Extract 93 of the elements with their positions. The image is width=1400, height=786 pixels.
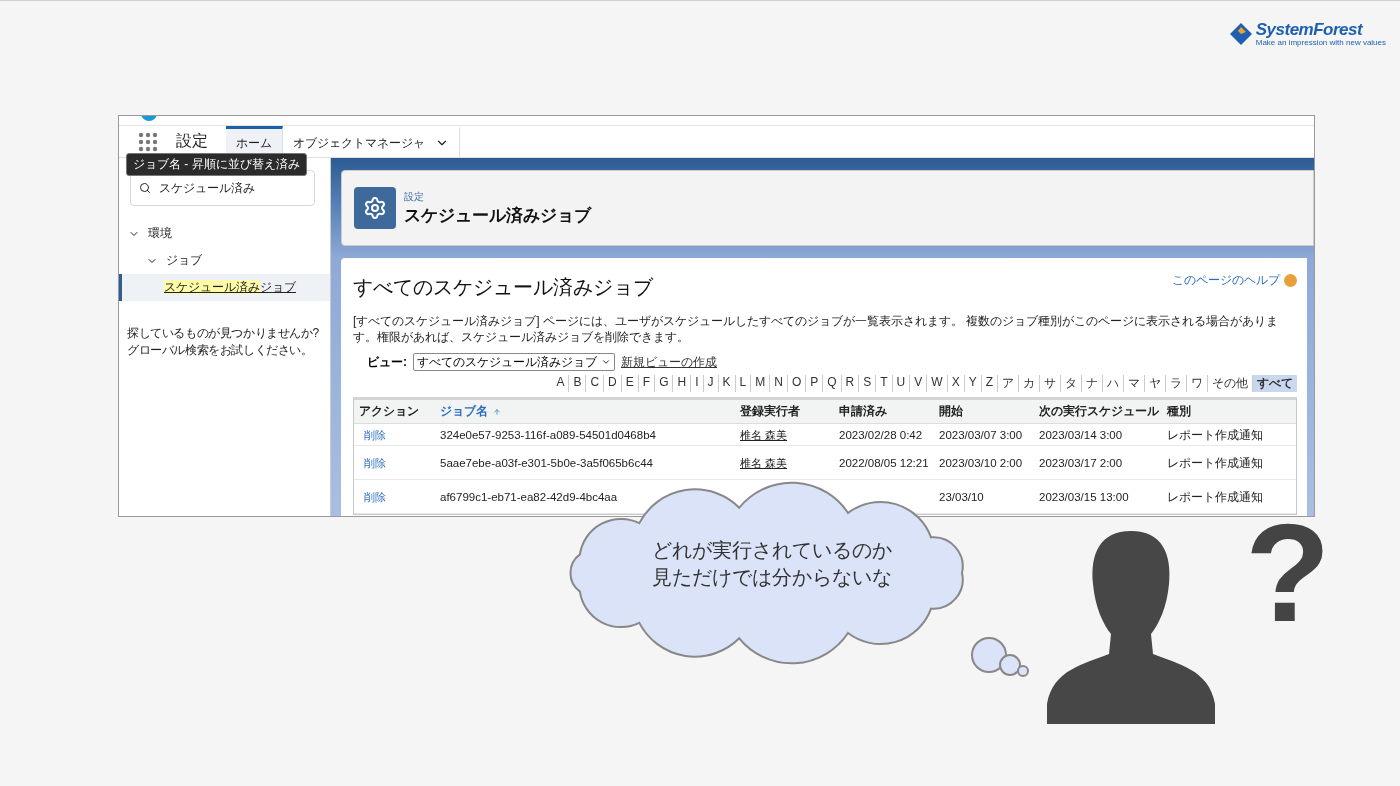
- thought-text: どれが実行されているのか: [652, 538, 892, 563]
- column-header[interactable]: 次の実行スケジュール: [1034, 400, 1162, 424]
- breadcrumb[interactable]: 設定: [404, 189, 591, 204]
- delete-link[interactable]: 削除: [359, 455, 386, 470]
- letter-filter[interactable]: T: [875, 375, 892, 392]
- logo-icon: [1228, 22, 1253, 46]
- letter-filter[interactable]: L: [734, 375, 751, 392]
- settings-icon: [354, 187, 396, 229]
- chevron-icon: [601, 357, 611, 367]
- tooltip: ジョブ名 - 昇順に並び替え済み: [126, 153, 307, 176]
- sort-arrow-icon: [493, 407, 501, 416]
- letter-filter[interactable]: D: [603, 375, 621, 392]
- letter-filter[interactable]: R: [840, 375, 859, 392]
- letter-filter[interactable]: カ: [1018, 375, 1039, 392]
- view-label: ビュー:: [367, 353, 407, 371]
- letter-filter[interactable]: G: [654, 375, 673, 392]
- table-cell: レポート作成通知: [1167, 427, 1263, 442]
- tree-link[interactable]: スケジュール済みジョブ: [128, 279, 296, 296]
- letter-filter[interactable]: ア: [997, 375, 1018, 392]
- table-cell: af6799c1-eb71-ea82-42d9-4bc4aa: [440, 489, 618, 504]
- person-silhouette-icon: [1045, 529, 1217, 724]
- letter-filter[interactable]: P: [805, 375, 823, 392]
- letter-filter[interactable]: タ: [1060, 375, 1081, 392]
- table-cell: 2023/03/17 2:00: [1039, 455, 1123, 470]
- letter-filter[interactable]: すべて: [1252, 375, 1297, 392]
- table-cell: 2023/03/07 3:00: [939, 427, 1023, 442]
- letter-filter[interactable]: E: [620, 375, 638, 392]
- letter-filter[interactable]: ワ: [1186, 375, 1207, 392]
- letter-filter[interactable]: X: [946, 375, 964, 392]
- column-header[interactable]: 申請済み: [834, 400, 934, 424]
- table-cell: 2023/03/14 3:00: [1039, 427, 1123, 442]
- section-title: すべてのスケジュール済みジョブ: [353, 275, 653, 300]
- letter-filter[interactable]: Y: [963, 375, 981, 392]
- table-cell: 5aae7ebe-a03f-e301-5b0e-3a5f065b6c44: [440, 455, 653, 470]
- tree-item[interactable]: 環境: [119, 220, 330, 247]
- delete-link[interactable]: 削除: [359, 489, 386, 504]
- letter-filter[interactable]: M: [750, 375, 770, 392]
- app-launcher-icon[interactable]: [138, 131, 158, 152]
- thought-text: 見ただけでは分からないな: [652, 565, 892, 590]
- letter-filter[interactable]: F: [637, 375, 655, 392]
- delete-link[interactable]: 削除: [359, 427, 386, 442]
- column-header[interactable]: アクション: [354, 400, 435, 424]
- table-cell: レポート作成通知: [1167, 489, 1263, 504]
- table-cell: 2022/08/05 12:21: [839, 455, 929, 470]
- letter-filter[interactable]: O: [786, 375, 806, 392]
- letter-filter[interactable]: V: [909, 375, 927, 392]
- letter-filter[interactable]: A: [552, 375, 569, 392]
- letter-filter[interactable]: K: [717, 375, 735, 392]
- table-cell: 2023/03/15 13:00: [1039, 489, 1129, 504]
- letter-filter[interactable]: ハ: [1102, 375, 1123, 392]
- user-link[interactable]: 椎名 森美: [740, 427, 788, 442]
- description-text: [すべてのスケジュール済みジョブ] ページには、ユーザがスケジュールしたすべてのジョブが一覧表示されます。 複数のジョブ種別がこのページに表示される場合があります。権限があれば、スケジュール済みジョブを削除できます。: [353, 313, 1280, 345]
- letter-filter[interactable]: B: [568, 375, 586, 392]
- letter-filter[interactable]: H: [672, 375, 691, 392]
- letter-filter[interactable]: N: [769, 375, 787, 392]
- help-icon: [1284, 274, 1297, 287]
- tree-item[interactable]: ジョブ: [119, 247, 330, 274]
- user-link[interactable]: 椎名 森美: [740, 455, 788, 470]
- letter-filter[interactable]: U: [891, 375, 910, 392]
- letter-filter[interactable]: S: [858, 375, 876, 392]
- table-cell: 324e0e57-9253-116f-a089-54501d0468b4: [440, 427, 656, 442]
- column-header[interactable]: 種別: [1162, 400, 1296, 424]
- letter-filter[interactable]: サ: [1039, 375, 1060, 392]
- help-link[interactable]: このページのヘルプ: [1172, 272, 1297, 289]
- new-view-link[interactable]: 新規ビューの作成: [621, 353, 717, 371]
- letter-filter[interactable]: Z: [980, 375, 997, 392]
- hint-text: 探しているものが見つかりませんか?: [127, 325, 320, 342]
- tree-item-row[interactable]: スケジュール済みジョブ: [119, 274, 330, 301]
- app-logo-icon: [141, 116, 157, 121]
- table-cell: 2023/03/10 2:00: [939, 455, 1023, 470]
- letter-filter[interactable]: ヤ: [1144, 375, 1165, 392]
- letter-filter[interactable]: ナ: [1081, 375, 1102, 392]
- letter-filter[interactable]: J: [702, 375, 718, 392]
- column-header[interactable]: ジョブ名: [435, 400, 735, 424]
- letter-filter[interactable]: ラ: [1165, 375, 1186, 392]
- hint-text: グローバル検索をお試しください。: [127, 342, 314, 359]
- column-header[interactable]: 登録実行者: [735, 400, 834, 424]
- table-cell: 2023/02/28 0:42: [839, 427, 923, 442]
- logo-tagline: Make an impression with new values: [1255, 39, 1386, 47]
- logo-name: SystemForest: [1255, 21, 1364, 39]
- column-header[interactable]: 開始: [934, 400, 1034, 424]
- search-icon: [139, 182, 151, 194]
- letter-filter[interactable]: マ: [1123, 375, 1144, 392]
- letter-filter[interactable]: W: [926, 375, 947, 392]
- question-mark: ?: [1245, 513, 1331, 632]
- app-title: 設定: [175, 131, 209, 151]
- letter-filter[interactable]: Q: [822, 375, 841, 392]
- page-title: スケジュール済みジョブ: [404, 204, 591, 227]
- table-cell: 23/03/10: [939, 489, 984, 504]
- letter-filter[interactable]: I: [690, 375, 703, 392]
- table-cell: レポート作成通知: [1167, 455, 1263, 470]
- view-select[interactable]: すべてのスケジュール済みジョブ: [413, 353, 615, 371]
- letter-filter[interactable]: C: [585, 375, 604, 392]
